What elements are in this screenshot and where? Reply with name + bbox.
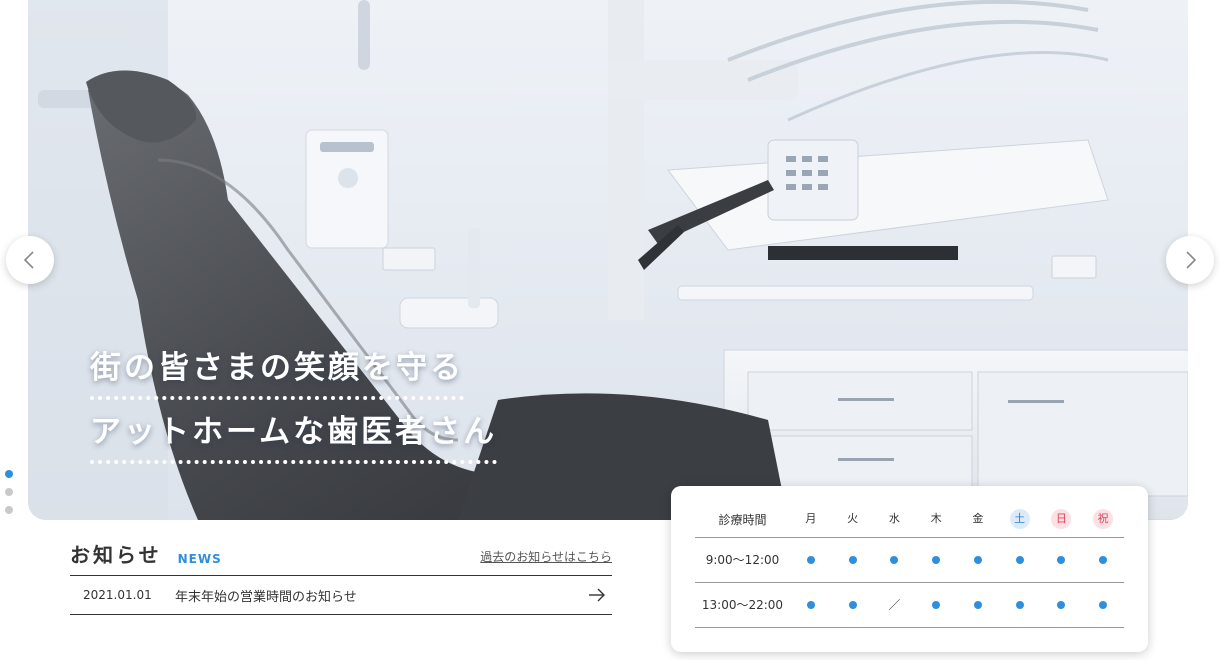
open-dot-icon	[848, 556, 857, 564]
day-tue: 火	[831, 502, 874, 538]
hours-cell	[1082, 582, 1124, 628]
open-dot-icon	[1057, 601, 1066, 609]
news-item[interactable]: 2021.01.01 年末年始の営業時間のお知らせ	[70, 576, 612, 614]
day-fri: 金	[957, 502, 999, 538]
catch-line-2: アットホームな歯医者さん	[90, 412, 498, 464]
catch-line-1: 街の皆さまの笑顔を守る	[90, 348, 464, 400]
open-dot-icon	[1015, 556, 1024, 564]
open-dot-icon	[973, 556, 982, 564]
hours-header-label: 診療時間	[695, 502, 790, 538]
news-section: お知らせ NEWS 過去のお知らせはこちら 2021.01.01 年末年始の営業…	[70, 540, 612, 615]
hero-catchphrase: 街の皆さまの笑顔を守る アットホームな歯医者さん	[90, 348, 498, 476]
arrow-right-icon	[589, 588, 605, 602]
open-dot-icon	[806, 601, 815, 609]
office-hours-table: 診療時間 月 火 水 木 金 土 日 祝 9:00〜12:00 13:00〜22…	[695, 502, 1124, 628]
hours-cell	[957, 582, 999, 628]
slider-pagination	[5, 470, 15, 524]
hours-cell	[1040, 537, 1083, 583]
hours-cell	[998, 537, 1041, 583]
slide-dot-1[interactable]	[5, 470, 13, 478]
open-dot-icon	[890, 556, 899, 564]
open-dot-icon	[932, 601, 941, 609]
hours-cell	[790, 582, 832, 628]
news-subtitle: NEWS	[177, 552, 222, 566]
office-hours-card: 診療時間 月 火 水 木 金 土 日 祝 9:00〜12:00 13:00〜22…	[671, 486, 1148, 652]
hours-time: 13:00〜22:00	[695, 582, 790, 628]
hours-cell: ／	[873, 582, 916, 628]
open-dot-icon	[1015, 601, 1024, 609]
news-list: 2021.01.01 年末年始の営業時間のお知らせ	[70, 575, 612, 615]
day-sat: 土	[998, 502, 1041, 538]
hours-cell	[790, 537, 832, 583]
open-dot-icon	[1099, 556, 1108, 564]
slide-dot-3[interactable]	[5, 506, 13, 514]
hours-cell	[1040, 582, 1083, 628]
open-dot-icon	[932, 556, 941, 564]
closed-mark: ／	[888, 598, 901, 612]
slider-prev-button[interactable]	[6, 236, 54, 284]
hours-cell	[915, 582, 957, 628]
hours-cell	[873, 537, 916, 583]
day-holiday: 祝	[1082, 502, 1124, 538]
news-title: お知らせ	[70, 543, 162, 567]
day-thu: 木	[915, 502, 957, 538]
hours-cell	[915, 537, 957, 583]
hours-header-row: 診療時間 月 火 水 木 金 土 日 祝	[695, 502, 1124, 538]
hours-cell	[1082, 537, 1124, 583]
day-sun: 日	[1040, 502, 1083, 538]
open-dot-icon	[848, 601, 857, 609]
open-dot-icon	[973, 601, 982, 609]
open-dot-icon	[1057, 556, 1066, 564]
slider-next-button[interactable]	[1166, 236, 1214, 284]
hours-cell	[998, 582, 1041, 628]
hero-slider: 街の皆さまの笑顔を守る アットホームな歯医者さん	[28, 0, 1188, 520]
news-text: 年末年始の営業時間のお知らせ	[175, 589, 357, 605]
hours-cell	[957, 537, 999, 583]
chevron-right-icon	[1186, 251, 1197, 269]
hours-row: 9:00〜12:00	[695, 537, 1124, 583]
open-dot-icon	[806, 556, 815, 564]
news-archive-link[interactable]: 過去のお知らせはこちら	[480, 548, 612, 565]
hours-cell	[831, 582, 874, 628]
hours-time: 9:00〜12:00	[695, 537, 790, 583]
news-date: 2021.01.01	[83, 588, 152, 602]
chevron-left-icon	[23, 251, 34, 269]
hours-cell	[831, 537, 874, 583]
day-mon: 月	[790, 502, 832, 538]
hours-row: 13:00〜22:00 ／	[695, 582, 1124, 628]
day-wed: 水	[873, 502, 916, 538]
open-dot-icon	[1099, 601, 1108, 609]
slide-dot-2[interactable]	[5, 488, 13, 496]
news-header: お知らせ NEWS 過去のお知らせはこちら	[70, 540, 612, 568]
